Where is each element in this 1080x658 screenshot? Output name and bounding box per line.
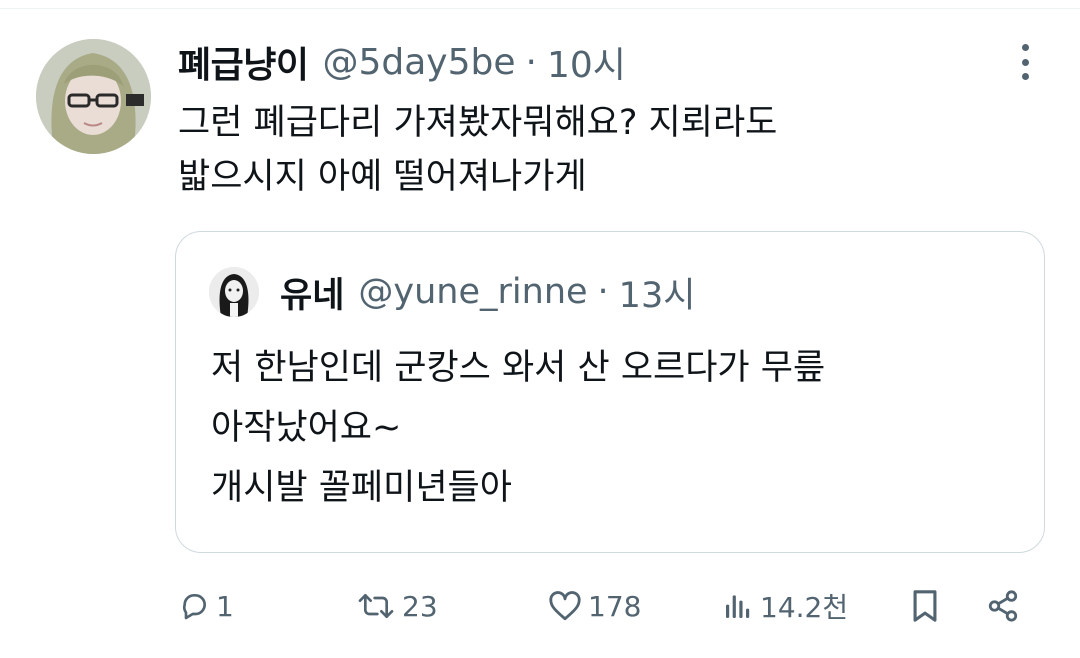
retweet-count: 23 <box>402 589 438 623</box>
quoted-tweet-header: 유네 @yune_rinne · 13시 <box>280 265 695 319</box>
retweet-button[interactable]: 23 <box>356 580 438 632</box>
quoted-author-avatar <box>209 267 259 317</box>
share-icon <box>985 589 1021 623</box>
quoted-tweet-text: 저 한남인데 군캉스 와서 산 오르다가 무릎 아작났어요~ 개시발 꼴페미년들… <box>211 338 1031 518</box>
like-button[interactable]: 178 <box>548 580 641 632</box>
separator-dot: · <box>525 41 537 83</box>
author-handle[interactable]: @5day5be <box>322 42 515 83</box>
reply-count: 1 <box>216 589 234 623</box>
quoted-text-line: 개시발 꼴페미년들아 <box>211 468 512 508</box>
tweet-text-line: 밟으시지 아예 떨어져나가게 <box>178 157 587 197</box>
reply-button[interactable]: 1 <box>178 580 234 632</box>
tweet-text-line: 그런 폐급다리 가져봤자뭐해요? 지뢰라도 <box>178 103 778 143</box>
reply-icon <box>178 590 210 622</box>
quoted-tweet-card[interactable]: 유네 @yune_rinne · 13시 저 한남인데 군캉스 와서 산 오르다… <box>175 231 1045 553</box>
action-bar: 1 23 178 14.2천 <box>0 580 1080 632</box>
like-count: 178 <box>588 589 642 623</box>
tweet-header: 폐급냥이 @5day5be · 10시 <box>178 34 626 90</box>
author-name[interactable]: 폐급냥이 <box>178 36 309 88</box>
tweet-text: 그런 폐급다리 가져봤자뭐해요? 지뢰라도 밟으시지 아예 떨어져나가게 <box>178 96 1038 204</box>
more-vertical-icon[interactable] <box>1010 44 1040 80</box>
separator-dot: · <box>597 272 609 312</box>
quoted-author-handle: @yune_rinne <box>358 272 588 312</box>
top-divider <box>0 8 1080 9</box>
quoted-author-name: 유네 <box>280 275 345 316</box>
views-count: 14.2천 <box>760 591 849 624</box>
author-avatar[interactable] <box>36 39 151 154</box>
quoted-text-line: 저 한남인데 군캉스 와서 산 오르다가 무릎 <box>211 348 826 388</box>
share-button[interactable] <box>985 580 1021 632</box>
quoted-tweet-time: 13시 <box>618 275 696 316</box>
heart-icon <box>548 590 582 622</box>
bookmark-button[interactable] <box>910 580 940 632</box>
views-icon <box>722 590 754 622</box>
bookmark-icon <box>910 589 940 623</box>
quoted-text-line: 아작났어요~ <box>211 408 402 448</box>
retweet-icon <box>356 590 396 622</box>
views-button[interactable]: 14.2천 <box>722 580 848 632</box>
tweet-time[interactable]: 10시 <box>547 36 626 88</box>
